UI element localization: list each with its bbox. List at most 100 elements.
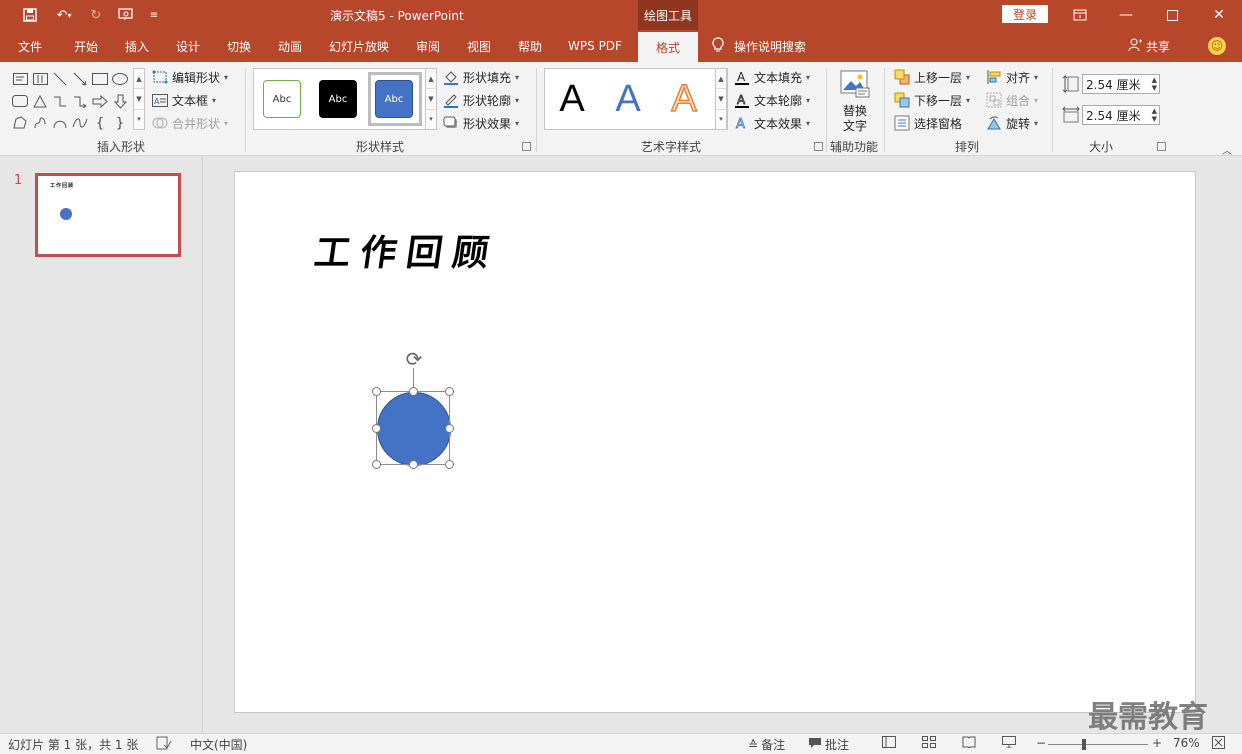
- collapse-ribbon-icon[interactable]: ︿: [1222, 142, 1232, 157]
- slide-thumbnail[interactable]: 工作回顾: [35, 173, 181, 257]
- resize-handle-top-left[interactable]: [372, 387, 381, 396]
- arc-shape-icon[interactable]: [51, 114, 69, 132]
- wordart-styles-dialog-launcher-icon[interactable]: [814, 142, 823, 151]
- undo-icon[interactable]: ↶ ▾: [50, 5, 78, 25]
- feedback-smiley-icon[interactable]: ☺: [1208, 37, 1226, 55]
- align-button[interactable]: 对齐 ▾: [986, 67, 1038, 87]
- share-button[interactable]: 共享: [1128, 30, 1170, 62]
- fit-to-window-icon[interactable]: [1212, 736, 1225, 749]
- tab-design[interactable]: 设计: [166, 30, 210, 62]
- resize-handle-left[interactable]: [372, 424, 381, 433]
- shapes-gallery[interactable]: { }: [9, 68, 147, 134]
- slide-title[interactable]: 工作回顾: [311, 224, 502, 276]
- tab-view[interactable]: 视图: [457, 30, 501, 62]
- rotate-button[interactable]: 旋转 ▾: [986, 113, 1038, 133]
- resize-handle-right[interactable]: [445, 424, 454, 433]
- shapes-gallery-scroll[interactable]: ▲ ▼ ▾: [133, 68, 145, 130]
- scroll-up-icon[interactable]: ▲: [134, 69, 144, 90]
- slide-sorter-view-icon[interactable]: [922, 736, 936, 748]
- scroll-up-icon[interactable]: ▲: [716, 69, 726, 90]
- ribbon-display-options-icon[interactable]: [1057, 0, 1103, 30]
- scroll-down-icon[interactable]: ▼: [426, 89, 436, 110]
- tab-file[interactable]: 文件: [8, 30, 52, 62]
- notes-button[interactable]: ≙ 备注: [748, 736, 785, 753]
- slide[interactable]: 工作回顾 ⟳: [234, 171, 1196, 713]
- text-box-shape-icon[interactable]: [11, 70, 29, 88]
- arrow-line-shape-icon[interactable]: [71, 70, 89, 88]
- minimize-icon[interactable]: —: [1103, 0, 1149, 30]
- text-fill-button[interactable]: A 文本填充 ▾: [734, 67, 810, 87]
- elbow-connector-shape-icon[interactable]: [51, 92, 69, 110]
- shape-width-input[interactable]: 2.54 厘米 ▲ ▼: [1082, 105, 1160, 125]
- rectangle-shape-icon[interactable]: [91, 70, 109, 88]
- right-brace-shape-icon[interactable]: }: [111, 114, 129, 132]
- zoom-in-button[interactable]: +: [1152, 736, 1162, 750]
- scribble-shape-icon[interactable]: [31, 114, 49, 132]
- width-spinner-icon[interactable]: ▲ ▼: [1152, 107, 1157, 123]
- curve-shape-icon[interactable]: [71, 114, 89, 132]
- resize-handle-bottom-right[interactable]: [445, 460, 454, 469]
- maximize-icon[interactable]: [1149, 0, 1195, 30]
- start-from-beginning-icon[interactable]: [114, 5, 138, 25]
- wordart-styles-gallery[interactable]: A A A: [544, 68, 728, 130]
- resize-handle-top[interactable]: [409, 387, 418, 396]
- wordart-sample-black[interactable]: A: [552, 77, 592, 121]
- alt-text-button[interactable]: 替换 文字: [834, 68, 876, 134]
- shape-style-swatch-outline[interactable]: Abc: [263, 80, 301, 118]
- text-outline-button[interactable]: A 文本轮廓 ▾: [734, 90, 810, 110]
- merge-shapes-button[interactable]: 合并形状 ▾: [152, 113, 228, 133]
- spell-check-icon[interactable]: [156, 736, 172, 750]
- tab-transitions[interactable]: 切换: [217, 30, 261, 62]
- save-icon[interactable]: [20, 5, 40, 25]
- shape-styles-gallery[interactable]: Abc Abc Abc: [253, 68, 437, 130]
- tell-me-search[interactable]: 操作说明搜索: [712, 30, 806, 62]
- gallery-more-icon[interactable]: ▾: [134, 110, 144, 129]
- shape-styles-scroll[interactable]: ▲ ▼ ▾: [425, 68, 437, 130]
- zoom-slider-thumb[interactable]: [1082, 739, 1086, 750]
- shape-style-swatch-blue[interactable]: Abc: [375, 80, 413, 118]
- edit-shape-button[interactable]: 编辑形状 ▾: [152, 67, 228, 87]
- zoom-level[interactable]: 76%: [1173, 736, 1200, 750]
- vertical-text-box-shape-icon[interactable]: [31, 70, 49, 88]
- rotate-handle-icon[interactable]: ⟳: [403, 347, 425, 371]
- zoom-out-button[interactable]: −: [1036, 736, 1046, 750]
- scroll-up-icon[interactable]: ▲: [426, 69, 436, 90]
- login-button[interactable]: 登录: [1002, 5, 1048, 23]
- customize-icon[interactable]: ≡: [144, 5, 164, 25]
- language-indicator[interactable]: 中文(中国): [190, 736, 247, 753]
- shape-outline-button[interactable]: 形状轮廓 ▾: [443, 90, 519, 110]
- wordart-sample-blue[interactable]: A: [608, 77, 648, 121]
- shape-style-swatch-black[interactable]: Abc: [319, 80, 357, 118]
- zoom-slider-track[interactable]: [1048, 744, 1148, 745]
- tab-help[interactable]: 帮助: [508, 30, 552, 62]
- normal-view-icon[interactable]: [882, 736, 896, 748]
- gallery-more-icon[interactable]: ▾: [426, 110, 436, 129]
- selection-pane-button[interactable]: 选择窗格: [894, 113, 962, 133]
- resize-handle-top-right[interactable]: [445, 387, 454, 396]
- freeform-shape-icon[interactable]: [11, 114, 29, 132]
- group-button[interactable]: 组合 ▾: [986, 90, 1038, 110]
- tab-wps-pdf[interactable]: WPS PDF: [560, 30, 630, 62]
- down-arrow-shape-icon[interactable]: [111, 92, 129, 110]
- send-backward-button[interactable]: 下移一层 ▾: [894, 90, 970, 110]
- tab-slideshow[interactable]: 幻灯片放映: [322, 30, 396, 62]
- shape-effects-button[interactable]: 形状效果 ▾: [443, 113, 519, 133]
- tab-review[interactable]: 审阅: [406, 30, 450, 62]
- right-arrow-shape-icon[interactable]: [91, 92, 109, 110]
- height-spinner-icon[interactable]: ▲ ▼: [1152, 76, 1157, 92]
- shape-fill-button[interactable]: 形状填充 ▾: [443, 67, 519, 87]
- wordart-sample-orange-outline[interactable]: A: [664, 77, 704, 121]
- resize-handle-bottom[interactable]: [409, 460, 418, 469]
- size-dialog-launcher-icon[interactable]: [1157, 142, 1166, 151]
- slideshow-view-icon[interactable]: [1002, 736, 1016, 748]
- elbow-arrow-shape-icon[interactable]: [71, 92, 89, 110]
- resize-handle-bottom-left[interactable]: [372, 460, 381, 469]
- text-box-button[interactable]: A 文本框 ▾: [152, 90, 216, 110]
- reading-view-icon[interactable]: [962, 736, 976, 748]
- text-effects-button[interactable]: A 文本效果 ▾: [734, 113, 810, 133]
- bring-forward-button[interactable]: 上移一层 ▾: [894, 67, 970, 87]
- left-brace-shape-icon[interactable]: {: [91, 114, 109, 132]
- gallery-more-icon[interactable]: ▾: [716, 110, 726, 129]
- shape-styles-dialog-launcher-icon[interactable]: [522, 142, 531, 151]
- shape-height-input[interactable]: 2.54 厘米 ▲ ▼: [1082, 74, 1160, 94]
